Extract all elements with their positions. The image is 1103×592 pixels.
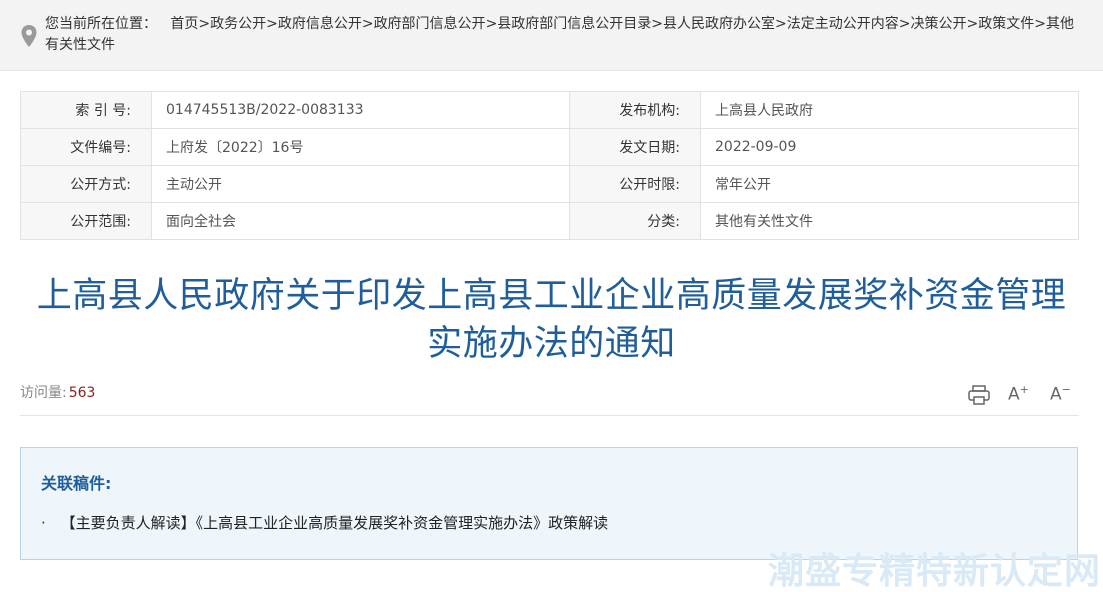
metadata-row: 公开方式: 主动公开 公开时限: 常年公开 [20, 165, 1079, 203]
publisher-value: 上高县人民政府 [700, 91, 1079, 129]
visit-count-value: 563 [68, 385, 96, 401]
article-title-line-1: 上高县人民政府关于印发上高县工业企业高质量发展奖补资金管理 [36, 276, 1067, 316]
disclosure-scope-label: 公开范围: [20, 202, 152, 240]
related-article-item: · 【主要负责人解读】《上高县工业企业高质量发展奖补资金管理实施办法》政策解读 [41, 512, 608, 533]
breadcrumb-bar: 您当前所在位置： 首页>政务公开>政府信息公开>政府部门信息公开>县政府部门信息… [0, 0, 1103, 71]
font-increase-button[interactable]: A+ [1008, 383, 1034, 407]
disclosure-period-value: 常年公开 [700, 165, 1079, 203]
breadcrumb-separator: > [1034, 16, 1046, 32]
breadcrumb-separator: > [898, 16, 911, 32]
watermark-text: 潮盛专精特新认定网 [767, 551, 1101, 592]
disclosure-method-label: 公开方式: [20, 165, 152, 203]
breadcrumb-item-dept-info[interactable]: 政府部门信息公开 [374, 16, 486, 32]
metadata-row: 文件编号: 上府发〔2022〕16号 发文日期: 2022-09-09 [20, 128, 1079, 166]
publisher-label: 发布机构: [569, 91, 701, 129]
metadata-row: 公开范围: 面向全社会 分类: 其他有关性文件 [20, 202, 1079, 240]
breadcrumb-item-home[interactable]: 首页 [170, 16, 198, 32]
font-decrease-icon: A [1050, 384, 1062, 405]
font-increase-icon: A [1008, 384, 1020, 405]
breadcrumb-separator: > [485, 16, 498, 32]
doc-number-value: 上府发〔2022〕16号 [151, 128, 570, 166]
breadcrumb-item-statutory-content[interactable]: 法定主动公开内容 [787, 16, 899, 32]
breadcrumb-separator: > [361, 16, 374, 32]
category-value: 其他有关性文件 [700, 202, 1079, 240]
issue-date-value: 2022-09-09 [700, 128, 1079, 166]
breadcrumb-item-decision[interactable]: 决策公开 [911, 16, 967, 32]
document-metadata-table: 索 引 号: 014745513B/2022-0083133 发布机构: 上高县… [20, 91, 1079, 240]
breadcrumb-item-county-office[interactable]: 县人民政府办公室 [663, 16, 775, 32]
visit-count: 访问量: 563 [20, 382, 95, 402]
related-articles-title: 关联稿件: [41, 474, 112, 493]
issue-date-label: 发文日期: [569, 128, 701, 166]
font-decrease-button[interactable]: A− [1050, 383, 1076, 407]
location-pin-icon [21, 25, 37, 47]
metadata-row: 索 引 号: 014745513B/2022-0083133 发布机构: 上高县… [20, 91, 1079, 129]
bullet-icon: · [41, 514, 46, 532]
breadcrumb-item-gov-affairs[interactable]: 政务公开 [210, 16, 266, 32]
breadcrumb-separator: > [198, 16, 211, 32]
breadcrumb-separator: > [651, 16, 664, 32]
disclosure-period-label: 公开时限: [569, 165, 701, 203]
article-title-line-2: 实施办法的通知 [427, 324, 676, 364]
breadcrumb-item-gov-info[interactable]: 政府信息公开 [278, 16, 362, 32]
index-number-label: 索 引 号: [20, 91, 152, 129]
article-title: 上高县人民政府关于印发上高县工业企业高质量发展奖补资金管理 实施办法的通知 [20, 272, 1083, 368]
related-article-link[interactable]: 【主要负责人解读】《上高县工业企业高质量发展奖补资金管理实施办法》政策解读 [61, 514, 609, 532]
breadcrumb-separator: > [266, 16, 278, 32]
related-articles-box: 关联稿件: · 【主要负责人解读】《上高县工业企业高质量发展奖补资金管理实施办法… [20, 447, 1078, 560]
breadcrumb-prefix: 您当前所在位置： [45, 16, 157, 32]
breadcrumb-separator: > [775, 16, 787, 32]
breadcrumb-item-county-dept-catalog[interactable]: 县政府部门信息公开目录 [497, 16, 651, 32]
doc-number-label: 文件编号: [20, 128, 152, 166]
divider [20, 415, 1079, 416]
disclosure-method-value: 主动公开 [151, 165, 570, 203]
breadcrumb-separator: > [966, 16, 979, 32]
breadcrumb-item-policy-docs[interactable]: 政策文件 [978, 16, 1034, 32]
visit-count-label: 访问量: [20, 385, 67, 401]
breadcrumb: 您当前所在位置： 首页>政务公开>政府信息公开>政府部门信息公开>县政府部门信息… [45, 14, 1085, 56]
index-number-value: 014745513B/2022-0083133 [151, 91, 570, 129]
printer-icon[interactable] [966, 383, 992, 407]
category-label: 分类: [569, 202, 701, 240]
disclosure-scope-value: 面向全社会 [151, 202, 570, 240]
